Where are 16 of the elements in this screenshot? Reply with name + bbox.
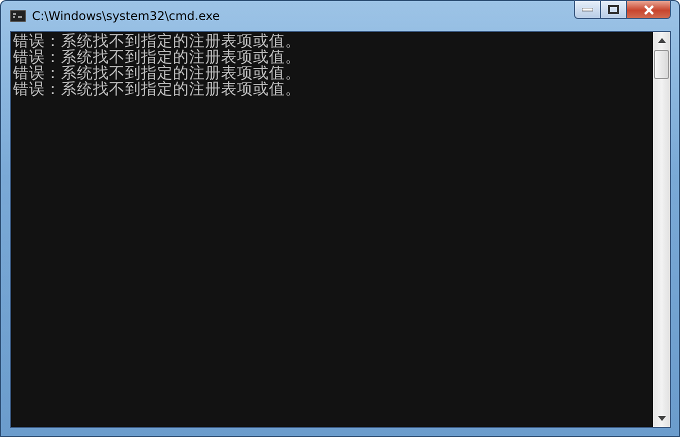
scroll-thumb[interactable] (654, 50, 669, 79)
window-title: C:\Windows\system32\cmd.exe (32, 9, 220, 23)
console-line: 错误：系统找不到指定的注册表项或值。 (13, 49, 302, 65)
scroll-down-icon[interactable] (658, 416, 666, 421)
maximize-button[interactable] (601, 0, 627, 19)
close-icon (642, 4, 654, 14)
minimize-button[interactable] (574, 0, 601, 19)
close-button[interactable] (627, 0, 671, 19)
scroll-up-icon[interactable] (658, 38, 666, 43)
minimize-icon (582, 8, 593, 12)
console-line: 错误：系统找不到指定的注册表项或值。 (13, 81, 302, 97)
console-icon (10, 10, 26, 22)
console-line: 错误：系统找不到指定的注册表项或值。 (13, 33, 302, 49)
console-line: 错误：系统找不到指定的注册表项或值。 (13, 65, 302, 81)
maximize-icon (608, 5, 619, 14)
scrollbar[interactable] (653, 32, 670, 427)
